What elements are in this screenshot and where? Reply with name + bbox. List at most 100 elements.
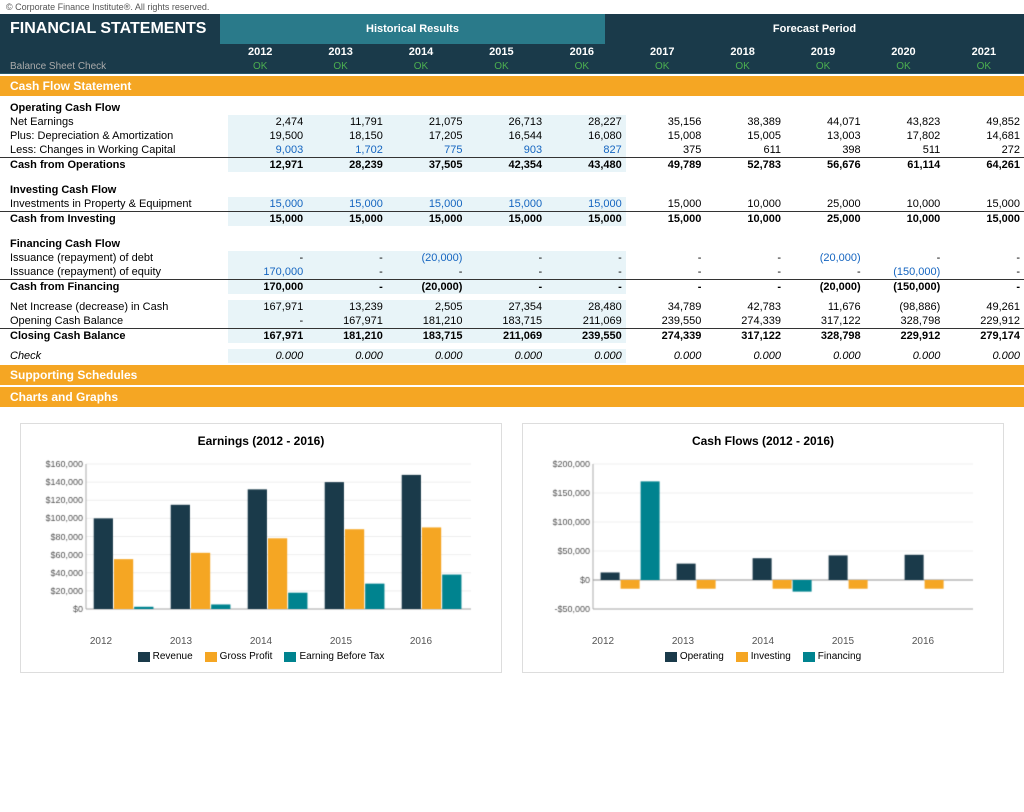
num-cell: 15,000 [307,212,387,227]
historical-label: Historical Results [220,14,605,44]
num-cell: - [865,251,945,265]
num-cell: 775 [387,143,467,158]
subheader-label: Operating Cash Flow [0,96,1024,115]
financing-legend-item: Financing [803,651,861,662]
operating-legend-color [665,652,677,662]
num-cell: (150,000) [865,280,945,295]
num-cell: 16,080 [546,129,626,143]
num-cell: - [944,251,1024,265]
num-cell: - [546,265,626,280]
years-row: 2012 2013 2014 2015 2016 2017 2018 2019 … [0,44,1024,60]
num-cell: 15,000 [466,197,546,212]
num-cell: 35,156 [626,115,706,129]
num-cell: 28,227 [546,115,626,129]
num-cell: 170,000 [228,280,308,295]
row-label: Cash from Financing [0,280,228,295]
num-cell: 13,239 [307,300,387,314]
num-cell: 903 [466,143,546,158]
num-cell: 26,713 [466,115,546,129]
num-cell: (150,000) [865,265,945,280]
num-cell: - [546,280,626,295]
num-cell: - [228,314,308,329]
row-label: Cash from Investing [0,212,228,227]
num-cell: 15,000 [387,212,467,227]
num-cell: 0.000 [944,349,1024,363]
num-cell: 15,000 [626,197,706,212]
check-2012: OK [220,60,300,73]
ebt-legend-color [284,652,296,662]
num-cell: - [626,280,706,295]
num-cell: 15,000 [228,197,308,212]
check-2014: OK [381,60,461,73]
num-cell: 272 [944,143,1024,158]
num-cell: 0.000 [466,349,546,363]
num-cell: 64,261 [944,158,1024,173]
earnings-x-axis: 2012 2013 2014 2015 2016 [31,636,491,647]
num-cell: 43,480 [546,158,626,173]
row-label: Closing Cash Balance [0,329,228,344]
num-cell: 274,339 [626,329,706,344]
year-2019: 2019 [783,44,863,60]
num-cell: 0.000 [228,349,308,363]
gross-profit-legend-item: Gross Profit [205,651,273,662]
num-cell: 0.000 [546,349,626,363]
num-cell: - [546,251,626,265]
num-cell: - [626,265,706,280]
copyright-bar: © Corporate Finance Institute®. All righ… [0,0,1024,14]
num-cell: 827 [546,143,626,158]
row-label: Investments in Property & Equipment [0,197,228,212]
year-2015: 2015 [461,44,541,60]
num-cell: 52,783 [705,158,785,173]
year-2013: 2013 [300,44,380,60]
num-cell: 19,500 [228,129,308,143]
check-2018: OK [702,60,782,73]
num-cell: 229,912 [944,314,1024,329]
ebt-legend-label: Earning Before Tax [299,651,384,662]
num-cell: 28,480 [546,300,626,314]
num-cell: 2,474 [228,115,308,129]
num-cell: 61,114 [865,158,945,173]
num-cell: 15,000 [307,197,387,212]
num-cell: 21,075 [387,115,467,129]
num-cell: 0.000 [626,349,706,363]
check-2020: OK [863,60,943,73]
num-cell: (20,000) [387,251,467,265]
row-label: Cash from Operations [0,158,228,173]
year-2017: 2017 [622,44,702,60]
app-title: FINANCIAL STATEMENTS [0,14,220,44]
check-2015: OK [461,60,541,73]
num-cell: 13,003 [785,129,865,143]
num-cell: 44,071 [785,115,865,129]
row-label: Issuance (repayment) of equity [0,265,228,280]
num-cell: 10,000 [705,197,785,212]
investing-legend-label: Investing [751,651,791,662]
num-cell: - [466,280,546,295]
num-cell: 279,174 [944,329,1024,344]
num-cell: - [705,251,785,265]
cashflows-chart-title: Cash Flows (2012 - 2016) [533,434,993,448]
num-cell: 25,000 [785,212,865,227]
num-cell: - [387,265,467,280]
num-cell: 42,354 [466,158,546,173]
num-cell: - [307,280,387,295]
num-cell: 398 [785,143,865,158]
cashflows-x-axis: 2012 2013 2014 2015 2016 [533,636,993,647]
num-cell: 16,544 [466,129,546,143]
num-cell: 317,122 [705,329,785,344]
financing-legend-label: Financing [818,651,861,662]
year-2021: 2021 [944,44,1024,60]
row-label: Net Increase (decrease) in Cash [0,300,228,314]
earnings-chart-title: Earnings (2012 - 2016) [31,434,491,448]
num-cell: 170,000 [228,265,308,280]
row-label: Plus: Depreciation & Amortization [0,129,228,143]
year-2014: 2014 [381,44,461,60]
num-cell: 10,000 [865,212,945,227]
cashflow-table: Operating Cash FlowNet Earnings2,47411,7… [0,96,1024,363]
year-2020: 2020 [863,44,943,60]
num-cell: 181,210 [387,314,467,329]
gross-profit-legend-label: Gross Profit [220,651,273,662]
num-cell: (20,000) [785,251,865,265]
num-cell: 28,239 [307,158,387,173]
num-cell: 181,210 [307,329,387,344]
num-cell: 10,000 [865,197,945,212]
